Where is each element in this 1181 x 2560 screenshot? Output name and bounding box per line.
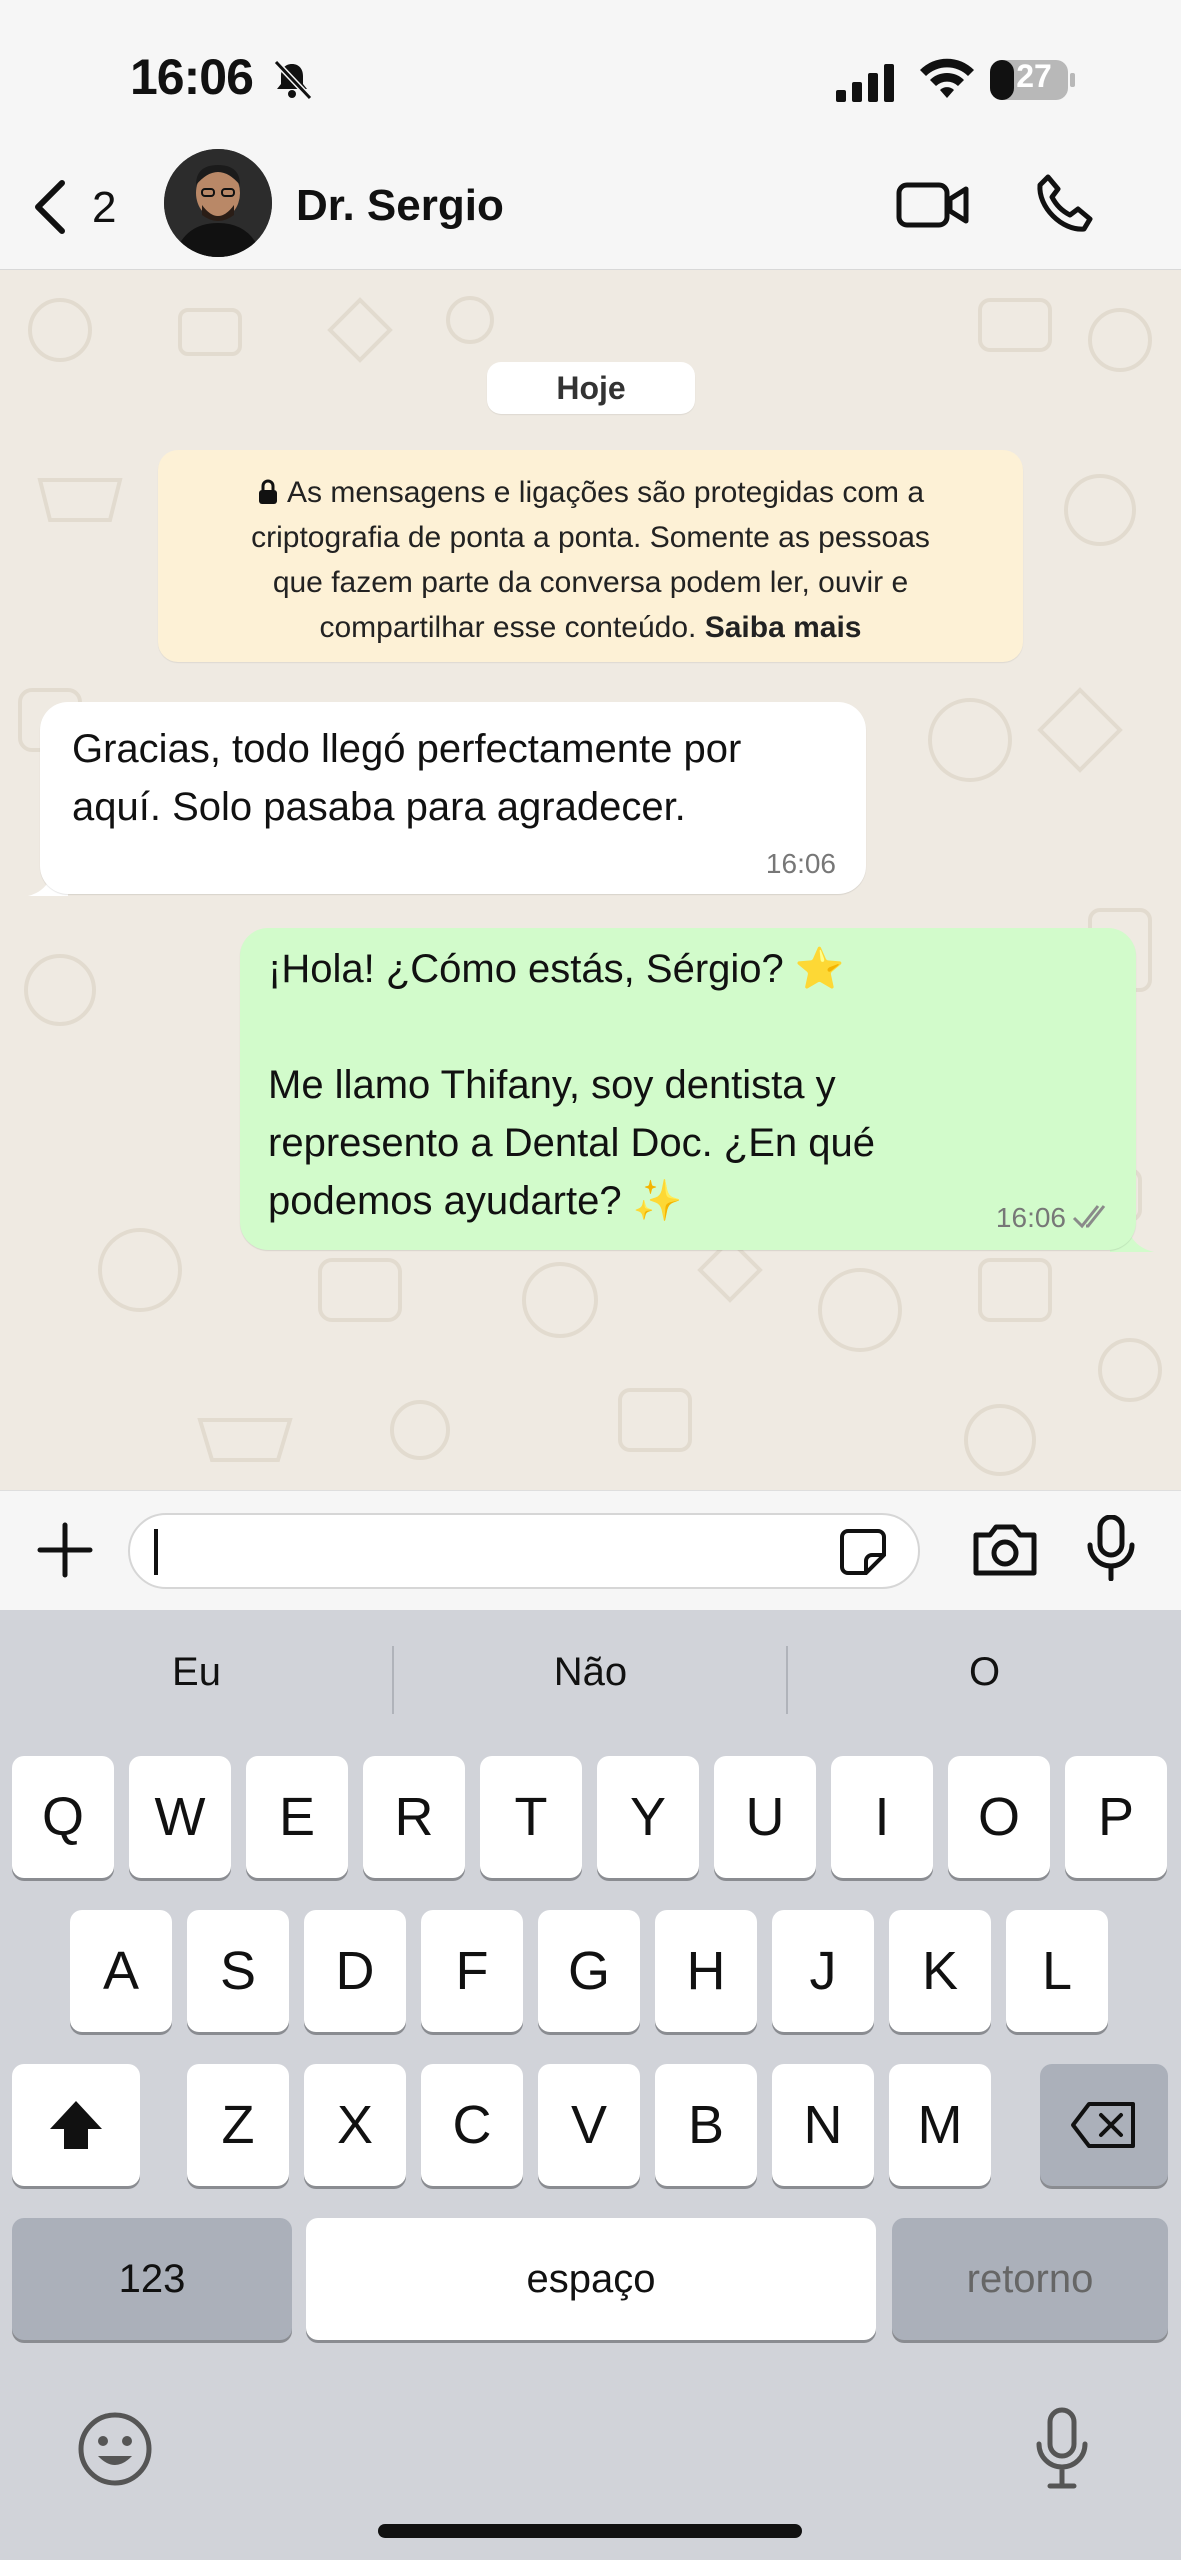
status-time: 16:06	[130, 49, 254, 105]
avatar[interactable]	[164, 149, 272, 257]
outgoing-line-3: represento a Dental Doc. ¿En qué	[268, 1121, 876, 1165]
battery-level: 27	[1016, 58, 1052, 94]
bell-slash-icon	[273, 59, 313, 101]
suggestion-1[interactable]: Eu	[0, 1650, 393, 1695]
emoji-icon[interactable]	[76, 2410, 154, 2488]
outgoing-message-text: ¡Hola! ¿Cómo estás, Sérgio? ⭐ Me llamo T…	[268, 940, 1028, 1230]
lock-icon	[258, 479, 277, 504]
key-n[interactable]: N	[772, 2064, 874, 2186]
key-l[interactable]: L	[1006, 1910, 1108, 2032]
key-f[interactable]: F	[421, 1910, 523, 2032]
key-d[interactable]: D	[304, 1910, 406, 2032]
encryption-line-4: compartilhar esse conteúdo.	[319, 611, 697, 644]
chat-area[interactable]: Hoje As mensagens e ligações são protegi…	[0, 270, 1181, 1490]
encryption-notice-text: As mensagens e ligações são protegidas c…	[178, 470, 1003, 650]
key-p[interactable]: P	[1065, 1756, 1167, 1878]
encryption-line-2: criptografia de ponta a ponta. Somente a…	[251, 521, 930, 554]
keyboard: Eu Não O Q W E R T Y U I O P A S D F G H…	[0, 1610, 1181, 2560]
message-composer	[0, 1490, 1181, 1611]
status-bar: 16:06 27	[0, 0, 1181, 160]
outgoing-line-1: ¡Hola! ¿Cómo estás, Sérgio?	[268, 947, 784, 991]
key-h[interactable]: H	[655, 1910, 757, 2032]
message-timestamp: 16:06	[995, 1202, 1066, 1233]
key-e[interactable]: E	[246, 1756, 348, 1878]
video-call-icon[interactable]	[896, 175, 970, 235]
key-w[interactable]: W	[129, 1756, 231, 1878]
text-cursor	[154, 1529, 158, 1575]
plus-icon[interactable]	[36, 1521, 94, 1579]
camera-icon[interactable]	[970, 1519, 1040, 1579]
learn-more-link[interactable]: Saiba mais	[705, 611, 862, 644]
backspace-icon	[1071, 2102, 1135, 2148]
dictation-mic-icon[interactable]	[1034, 2406, 1090, 2490]
outgoing-message-bubble[interactable]: ¡Hola! ¿Cómo estás, Sérgio? ⭐ Me llamo T…	[240, 928, 1136, 1250]
star-emoji: ⭐	[794, 946, 845, 992]
key-q[interactable]: Q	[12, 1756, 114, 1878]
incoming-message-text: Gracias, todo llegó perfectamente por aq…	[72, 720, 852, 836]
suggestion-2[interactable]: Não	[394, 1650, 787, 1695]
incoming-line-1: Gracias, todo llegó perfectamente por	[72, 727, 742, 771]
key-s[interactable]: S	[187, 1910, 289, 2032]
key-i[interactable]: I	[831, 1756, 933, 1878]
return-key[interactable]: retorno	[892, 2218, 1168, 2340]
suggestion-3[interactable]: O	[788, 1650, 1181, 1695]
contact-photo	[164, 149, 272, 257]
chat-header: 2 Dr. Sergio	[0, 145, 1181, 270]
sparkles-emoji: ✨	[632, 1178, 683, 1224]
encryption-line-1: As mensagens e ligações são protegidas c…	[286, 476, 925, 509]
double-check-icon	[1072, 1205, 1106, 1229]
key-y[interactable]: Y	[597, 1756, 699, 1878]
key-g[interactable]: G	[538, 1910, 640, 2032]
sticker-icon[interactable]	[838, 1527, 888, 1577]
shift-key[interactable]	[12, 2064, 140, 2186]
home-indicator	[378, 2524, 802, 2538]
incoming-line-2: aquí. Solo pasaba para agradecer.	[72, 785, 686, 829]
key-c[interactable]: C	[421, 2064, 523, 2186]
key-r[interactable]: R	[363, 1756, 465, 1878]
encryption-line-3: que fazem parte da conversa podem ler, o…	[272, 566, 909, 599]
outgoing-line-4: podemos ayudarte?	[268, 1179, 622, 1223]
key-x[interactable]: X	[304, 2064, 406, 2186]
key-u[interactable]: U	[714, 1756, 816, 1878]
microphone-icon[interactable]	[1086, 1515, 1136, 1581]
outgoing-line-2: Me llamo Thifany, soy dentista y	[268, 1063, 836, 1107]
phone-icon[interactable]	[1034, 173, 1094, 233]
suggestion-bar: Eu Não O	[0, 1610, 1181, 1750]
incoming-message-bubble[interactable]: Gracias, todo llegó perfectamente por aq…	[40, 702, 866, 894]
message-timestamp: 16:06	[765, 848, 836, 879]
key-m[interactable]: M	[889, 2064, 991, 2186]
key-a[interactable]: A	[70, 1910, 172, 2032]
key-j[interactable]: J	[772, 1910, 874, 2032]
key-o[interactable]: O	[948, 1756, 1050, 1878]
key-z[interactable]: Z	[187, 2064, 289, 2186]
key-k[interactable]: K	[889, 1910, 991, 2032]
message-input[interactable]	[128, 1513, 920, 1589]
encryption-notice[interactable]: As mensagens e ligações são protegidas c…	[158, 450, 1023, 662]
key-v[interactable]: V	[538, 2064, 640, 2186]
cellular-signal-icon	[836, 64, 894, 102]
space-key[interactable]: espaço	[306, 2218, 876, 2340]
unread-count[interactable]: 2	[92, 183, 116, 233]
key-t[interactable]: T	[480, 1756, 582, 1878]
shift-icon	[50, 2101, 102, 2149]
contact-name[interactable]: Dr. Sergio	[296, 181, 504, 231]
key-b[interactable]: B	[655, 2064, 757, 2186]
backspace-key[interactable]	[1040, 2064, 1168, 2186]
date-separator: Hoje	[487, 362, 695, 414]
wifi-icon	[920, 58, 974, 98]
chevron-left-icon[interactable]	[30, 177, 70, 237]
numbers-key[interactable]: 123	[12, 2218, 292, 2340]
